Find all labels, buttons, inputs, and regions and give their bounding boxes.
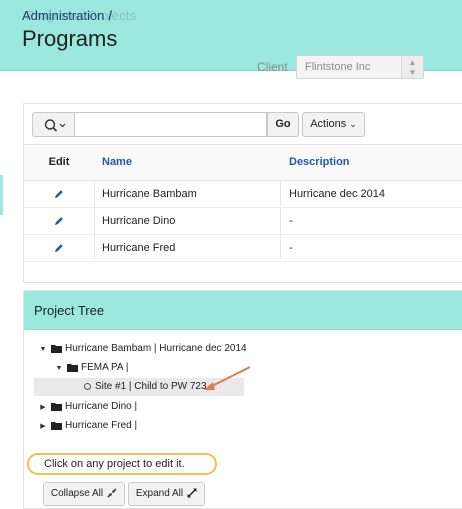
table-row: Hurricane Dino - [24, 208, 462, 235]
project-tree-header: Project Tree [24, 291, 462, 330]
column-header-description[interactable]: Description [289, 145, 350, 180]
project-tree-title: Project Tree [34, 303, 105, 318]
row-name: Hurricane Bambam [102, 188, 197, 200]
programs-report: Go Actions ⌄ Edit Name Description Hurric… [23, 103, 462, 283]
tree-node-selected[interactable]: Site #1 | Child to PW 723 [34, 378, 244, 396]
left-edge-accent [0, 175, 3, 215]
tree-node-label: FEMA PA | [81, 362, 129, 373]
expand-icon [187, 488, 197, 498]
tree-node[interactable]: ▼ FEMA PA | [54, 359, 129, 378]
table-row: Hurricane Bambam Hurricane dec 2014 [24, 181, 462, 208]
chevron-down-icon: ⌄ [349, 119, 357, 129]
row-name: Hurricane Dino [102, 215, 176, 227]
tree-node[interactable]: ▼ Hurricane Bambam | Hurricane dec 2014 [38, 340, 247, 358]
tree-node[interactable]: ▶ Hurricane Dino | [38, 398, 137, 416]
row-description: - [289, 242, 293, 254]
select-arrows-icon: ▲ ▼ [401, 56, 423, 78]
folder-icon [67, 363, 78, 372]
search-column-button[interactable] [32, 112, 75, 137]
go-button[interactable]: Go [267, 112, 299, 137]
expand-all-button[interactable]: Expand All [128, 482, 205, 506]
project-tree-region: Project Tree ▼ Hurricane Bambam | Hurrica… [23, 290, 462, 509]
client-select[interactable]: Flintstone Inc ▲ ▼ [296, 55, 424, 79]
expanded-toggle-icon[interactable]: ▼ [38, 341, 48, 359]
client-label: Client [257, 60, 288, 74]
tree-node-label: Hurricane Bambam | Hurricane dec 2014 [65, 343, 247, 354]
actions-label: Actions [310, 118, 347, 130]
page-title: Programs [22, 26, 118, 51]
folder-icon [51, 344, 62, 353]
table-header: Edit Name Description [24, 144, 462, 181]
search-icon [44, 119, 66, 132]
tree-node[interactable]: ▶ Hurricane Fred | [38, 417, 137, 435]
table-row: Hurricane Fred - [24, 235, 462, 262]
tree-node-label: Hurricane Dino | [65, 401, 138, 412]
row-name: Hurricane Fred [102, 242, 176, 254]
collapsed-toggle-icon[interactable]: ▶ [38, 418, 48, 436]
edit-pencil-icon[interactable] [54, 216, 64, 226]
edit-pencil-icon[interactable] [54, 189, 64, 199]
folder-icon [51, 421, 62, 430]
report-table: Edit Name Description Hurricane Bambam H… [24, 144, 462, 262]
leaf-circle-icon [84, 382, 91, 390]
breadcrumb: Administration / [22, 8, 112, 23]
edit-hint-text: Click on any project to edit it. [27, 453, 217, 475]
column-header-name[interactable]: Name [102, 145, 132, 180]
client-select-value: Flintstone Inc [305, 61, 371, 73]
tree-node-label: Hurricane Fred | [65, 420, 138, 431]
tree-node-label: Site #1 | Child to PW 723 [95, 381, 207, 392]
breadcrumb-separator: / [108, 8, 112, 23]
collapse-all-button[interactable]: Collapse All [43, 482, 125, 506]
collapse-icon [107, 488, 117, 498]
edit-pencil-icon[interactable] [54, 243, 64, 253]
row-description: Hurricane dec 2014 [289, 188, 386, 200]
expand-all-label: Expand All [135, 488, 184, 499]
folder-icon [51, 402, 62, 411]
collapse-all-label: Collapse All [50, 488, 104, 499]
row-description: - [289, 215, 293, 227]
expanded-toggle-icon[interactable]: ▼ [54, 360, 64, 378]
column-header-edit: Edit [48, 156, 70, 168]
breadcrumb-link-administration[interactable]: Administration [22, 8, 104, 23]
collapsed-toggle-icon[interactable]: ▶ [38, 399, 48, 417]
actions-button[interactable]: Actions ⌄ [302, 112, 365, 137]
search-input[interactable] [74, 112, 267, 137]
